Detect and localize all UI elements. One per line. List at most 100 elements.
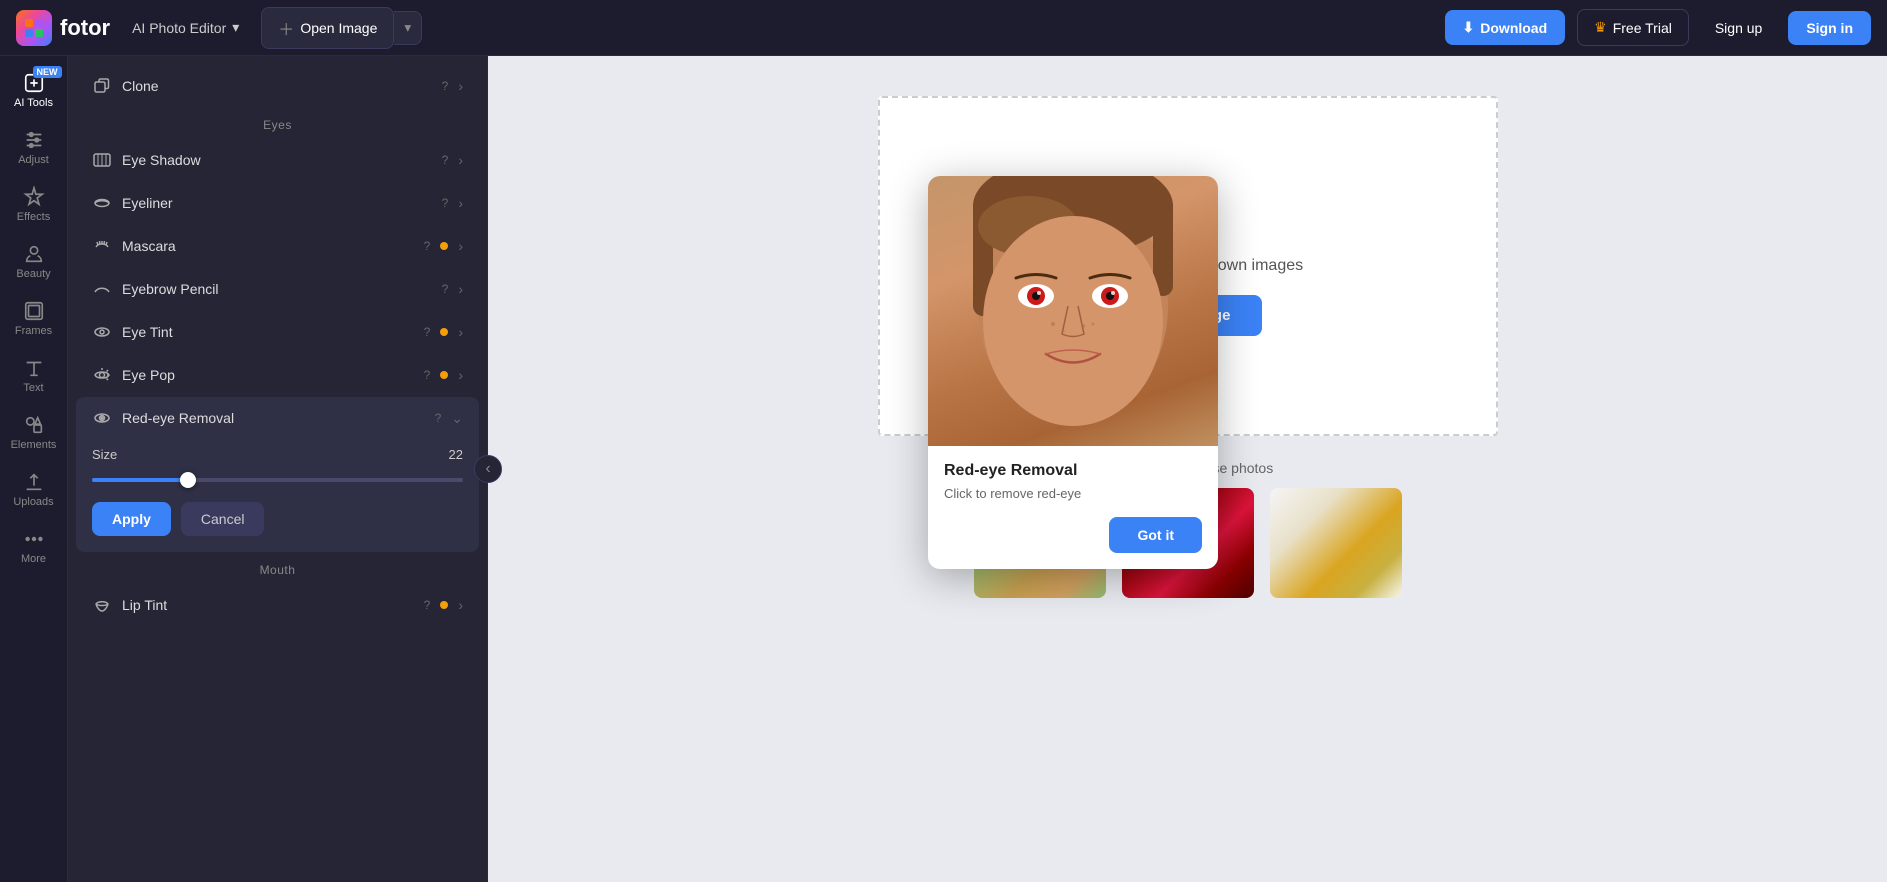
- popup-actions: Got it: [944, 517, 1202, 553]
- sample-image-3[interactable]: [1270, 488, 1402, 598]
- sign-in-button[interactable]: Sign in: [1788, 11, 1871, 45]
- panel-item-mascara[interactable]: Mascara ? ›: [76, 225, 479, 267]
- ai-photo-editor-label: AI Photo Editor: [132, 20, 226, 36]
- sidebar-item-frames-label: Frames: [15, 325, 52, 337]
- eyeliner-chevron-icon: ›: [458, 195, 463, 211]
- clone-chevron-icon: ›: [458, 78, 463, 94]
- sidebar-item-beauty-label: Beauty: [16, 268, 50, 280]
- lip-tint-icon: [92, 595, 112, 615]
- panel-item-eye-pop[interactable]: Eye Pop ? ›: [76, 354, 479, 396]
- red-eye-removal-help-icon[interactable]: ?: [435, 411, 442, 425]
- eye-tint-chevron-icon: ›: [458, 324, 463, 340]
- logo-icon: [16, 10, 52, 46]
- popup-face-image: [928, 176, 1218, 446]
- clone-label: Clone: [122, 78, 432, 94]
- sign-up-button[interactable]: Sign up: [1701, 11, 1776, 45]
- panel-item-eye-shadow[interactable]: Eye Shadow ? ›: [76, 139, 479, 181]
- eye-pop-icon: [92, 365, 112, 385]
- sidebar-item-frames[interactable]: Frames: [4, 292, 64, 345]
- canvas-area: ＋ Drag or upload your own images Open Im…: [488, 56, 1887, 882]
- size-value: 22: [449, 447, 463, 462]
- sidebar-item-elements[interactable]: Elements: [4, 406, 64, 459]
- lip-tint-chevron-icon: ›: [458, 597, 463, 613]
- red-eye-removal-chevron-icon: ⌄: [451, 410, 463, 427]
- chevron-down-icon: ▾: [232, 19, 239, 36]
- lip-tint-active-dot: [440, 601, 448, 609]
- effects-icon: [23, 186, 45, 208]
- red-eye-removal-icon: [92, 408, 112, 428]
- red-eye-removal-content: Size 22 Apply Cancel: [76, 439, 479, 552]
- sidebar-item-uploads-label: Uploads: [13, 496, 53, 508]
- sidebar-item-effects[interactable]: Effects: [4, 178, 64, 231]
- more-icon: [23, 528, 45, 550]
- eye-pop-help-icon[interactable]: ?: [424, 368, 431, 382]
- sidebar-item-adjust-label: Adjust: [18, 154, 49, 166]
- elements-icon: [23, 414, 45, 436]
- cancel-button[interactable]: Cancel: [181, 502, 265, 536]
- panel-item-eyeliner[interactable]: Eyeliner ? ›: [76, 182, 479, 224]
- sidebar-item-beauty[interactable]: Beauty: [4, 235, 64, 288]
- slider-thumb[interactable]: [180, 472, 196, 488]
- eye-tint-icon: [92, 322, 112, 342]
- sidebar-item-ai-tools-label: AI Tools: [14, 97, 53, 109]
- sidebar-item-uploads[interactable]: Uploads: [4, 463, 64, 516]
- panel-collapse-button[interactable]: ‹: [474, 455, 502, 483]
- plus-icon: ＋: [278, 16, 294, 40]
- new-badge: NEW: [33, 66, 62, 78]
- open-image-button[interactable]: ＋ Open Image: [261, 7, 394, 49]
- sidebar-item-ai-tools[interactable]: NEW AI Tools: [4, 64, 64, 117]
- mascara-label: Mascara: [122, 238, 414, 254]
- eyeliner-label: Eyeliner: [122, 195, 432, 211]
- eyebrow-pencil-help-icon[interactable]: ?: [442, 282, 449, 296]
- panel-content: Clone ? › Eyes E: [68, 56, 487, 882]
- popup-overlay: Red-eye Removal Click to remove red-eye …: [928, 176, 1218, 569]
- lip-tint-help-icon[interactable]: ?: [424, 598, 431, 612]
- sidebar-item-ai-tools-wrapper: NEW AI Tools: [4, 64, 64, 117]
- mascara-chevron-icon: ›: [458, 238, 463, 254]
- eye-shadow-label: Eye Shadow: [122, 152, 432, 168]
- apply-button[interactable]: Apply: [92, 502, 171, 536]
- panel-sidebar-wrapper: Clone ? › Eyes E: [68, 56, 488, 882]
- popup-body: Red-eye Removal Click to remove red-eye …: [928, 446, 1218, 569]
- eye-shadow-help-icon[interactable]: ?: [442, 153, 449, 167]
- eyeliner-help-icon[interactable]: ?: [442, 196, 449, 210]
- top-navigation: fotor AI Photo Editor ▾ ＋ Open Image ▾ ⬇…: [0, 0, 1887, 56]
- panel-item-eye-tint[interactable]: Eye Tint ? ›: [76, 311, 479, 353]
- sidebar-item-adjust[interactable]: Adjust: [4, 121, 64, 174]
- eyeliner-icon: [92, 193, 112, 213]
- main-layout: NEW AI Tools Adjust Effects: [0, 56, 1887, 882]
- ai-photo-editor-button[interactable]: AI Photo Editor ▾: [122, 13, 249, 42]
- red-eye-removal-header[interactable]: Red-eye Removal ? ⌄: [76, 397, 479, 439]
- download-button[interactable]: ⬇ Download: [1445, 10, 1566, 45]
- got-it-button[interactable]: Got it: [1109, 517, 1202, 553]
- sidebar-item-text[interactable]: Text: [4, 349, 64, 402]
- panel-item-eyebrow-pencil[interactable]: Eyebrow Pencil ? ›: [76, 268, 479, 310]
- eyebrow-pencil-icon: [92, 279, 112, 299]
- panel-item-clone[interactable]: Clone ? ›: [76, 65, 479, 107]
- sidebar-item-more-label: More: [21, 553, 46, 565]
- clone-help-icon[interactable]: ?: [442, 79, 449, 93]
- red-eye-popup: Red-eye Removal Click to remove red-eye …: [928, 176, 1218, 569]
- size-slider[interactable]: [92, 470, 463, 490]
- panel-item-red-eye-removal: Red-eye Removal ? ⌄ Size 22: [76, 397, 479, 552]
- eye-tint-help-icon[interactable]: ?: [424, 325, 431, 339]
- eye-tint-active-dot: [440, 328, 448, 336]
- eyes-section-label: Eyes: [68, 108, 487, 138]
- mascara-help-icon[interactable]: ?: [424, 239, 431, 253]
- uploads-icon: [23, 471, 45, 493]
- adjust-icon: [23, 129, 45, 151]
- panel-item-lip-tint[interactable]: Lip Tint ? ›: [76, 584, 479, 626]
- text-icon: [23, 357, 45, 379]
- popup-description: Click to remove red-eye: [944, 486, 1202, 501]
- mouth-section-label: Mouth: [68, 553, 487, 583]
- size-label: Size: [92, 447, 117, 462]
- sidebar-item-elements-label: Elements: [11, 439, 57, 451]
- sidebar-item-effects-label: Effects: [17, 211, 50, 223]
- eyebrow-pencil-label: Eyebrow Pencil: [122, 281, 432, 297]
- open-image-chevron-button[interactable]: ▾: [394, 11, 422, 45]
- eye-shadow-icon: [92, 150, 112, 170]
- sidebar-item-more[interactable]: More: [4, 520, 64, 573]
- panel-sidebar: Clone ? › Eyes E: [68, 56, 488, 882]
- free-trial-button[interactable]: ♛ Free Trial: [1577, 9, 1689, 46]
- mascara-active-dot: [440, 242, 448, 250]
